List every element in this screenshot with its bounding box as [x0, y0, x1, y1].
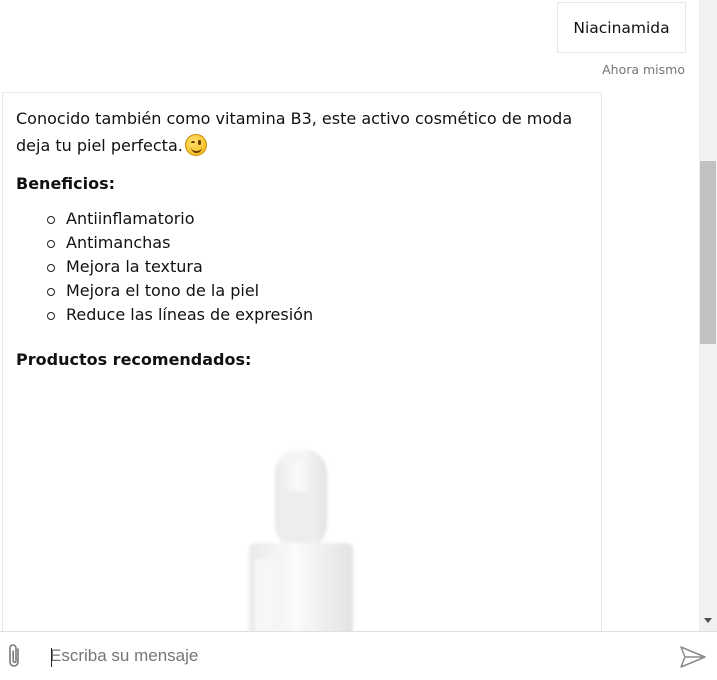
list-item: Antimanchas: [46, 231, 588, 255]
message-timestamp: Ahora mismo: [602, 62, 685, 77]
paperclip-icon[interactable]: [5, 642, 25, 670]
list-item: Mejora la textura: [46, 255, 588, 279]
chat-scrollbar[interactable]: [699, 0, 717, 631]
product-image: [249, 449, 353, 631]
bot-intro-text: Conocido también como vitamina B3, este …: [16, 109, 573, 155]
products-heading: Productos recomendados:: [16, 350, 252, 369]
winking-face-icon: [184, 134, 207, 156]
scrollbar-thumb[interactable]: [700, 161, 716, 344]
message-input[interactable]: [50, 642, 650, 670]
user-message-text: Niacinamida: [573, 19, 670, 37]
list-item: Mejora el tono de la piel: [46, 279, 588, 303]
bot-message-card: Conocido también como vitamina B3, este …: [2, 92, 602, 631]
user-message-bubble: Niacinamida: [557, 2, 686, 53]
list-item: Antiinflamatorio: [46, 207, 588, 231]
benefits-heading: Beneficios:: [16, 174, 116, 193]
chevron-down-icon[interactable]: [699, 612, 717, 628]
bot-intro-paragraph: Conocido también como vitamina B3, este …: [16, 105, 588, 159]
list-item: Reduce las líneas de expresión: [46, 303, 588, 327]
text-caret: [51, 648, 52, 667]
chat-history: Niacinamida Ahora mismo Conocido también…: [0, 0, 717, 631]
send-icon[interactable]: [678, 644, 708, 670]
benefits-list: Antiinflamatorio Antimanchas Mejora la t…: [16, 207, 588, 327]
message-input-bar: [0, 631, 717, 680]
